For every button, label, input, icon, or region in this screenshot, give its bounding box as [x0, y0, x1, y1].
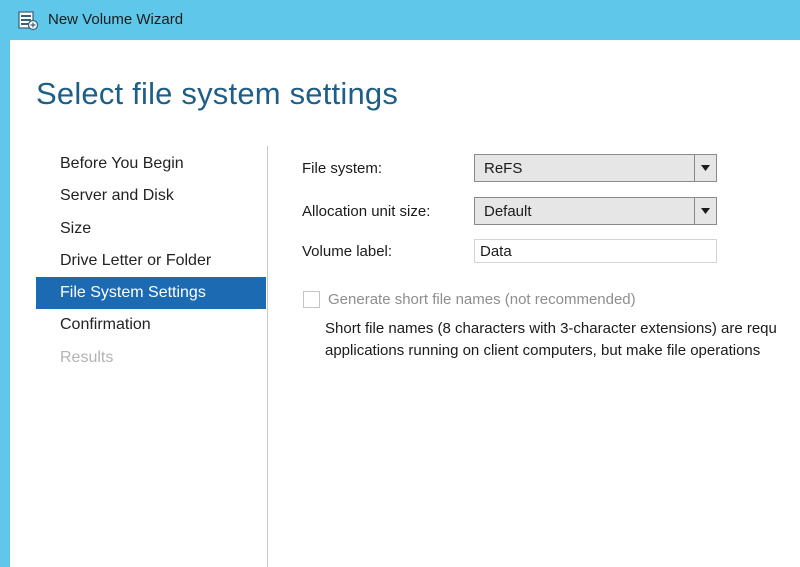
dropdown-arrow-icon[interactable]	[694, 198, 716, 224]
volume-wizard-icon	[18, 11, 39, 31]
title-bar[interactable]: New Volume Wizard	[0, 0, 800, 40]
nav-item-drive-letter-or-folder[interactable]: Drive Letter or Folder	[36, 245, 266, 277]
file-system-label: File system:	[302, 160, 383, 177]
short-names-description-line-2: applications running on client computers…	[325, 342, 761, 359]
allocation-unit-size-dropdown[interactable]: Default	[474, 197, 717, 225]
nav-item-file-system-settings[interactable]: File System Settings	[36, 277, 266, 310]
short-file-names-label: Generate short file names (not recommend…	[328, 291, 636, 308]
short-file-names-checkbox[interactable]	[303, 291, 320, 308]
short-names-description-line-1: Short file names (8 characters with 3-ch…	[325, 320, 777, 337]
nav-item-size[interactable]: Size	[36, 213, 266, 245]
screen: New Volume Wizard Select file system set…	[0, 0, 800, 567]
wizard-nav: Before You Begin Server and Disk Size Dr…	[36, 148, 266, 374]
volume-label-label: Volume label:	[302, 243, 393, 260]
nav-divider	[267, 146, 268, 567]
page-title: Select file system settings	[36, 76, 399, 111]
nav-item-results: Results	[60, 348, 114, 366]
nav-item-before-you-begin[interactable]: Before You Begin	[36, 148, 266, 180]
file-system-dropdown[interactable]: ReFS	[474, 154, 717, 182]
volume-label-input[interactable]: Data	[474, 239, 717, 263]
allocation-unit-size-label: Allocation unit size:	[302, 203, 431, 220]
dropdown-arrow-icon[interactable]	[694, 155, 716, 181]
nav-item-server-and-disk[interactable]: Server and Disk	[36, 180, 266, 212]
allocation-unit-size-value: Default	[484, 203, 532, 220]
nav-item-confirmation[interactable]: Confirmation	[36, 309, 266, 341]
volume-label-value: Data	[480, 243, 512, 260]
window-title: New Volume Wizard	[48, 11, 184, 28]
file-system-value: ReFS	[484, 160, 523, 177]
window-frame-left	[0, 40, 10, 567]
